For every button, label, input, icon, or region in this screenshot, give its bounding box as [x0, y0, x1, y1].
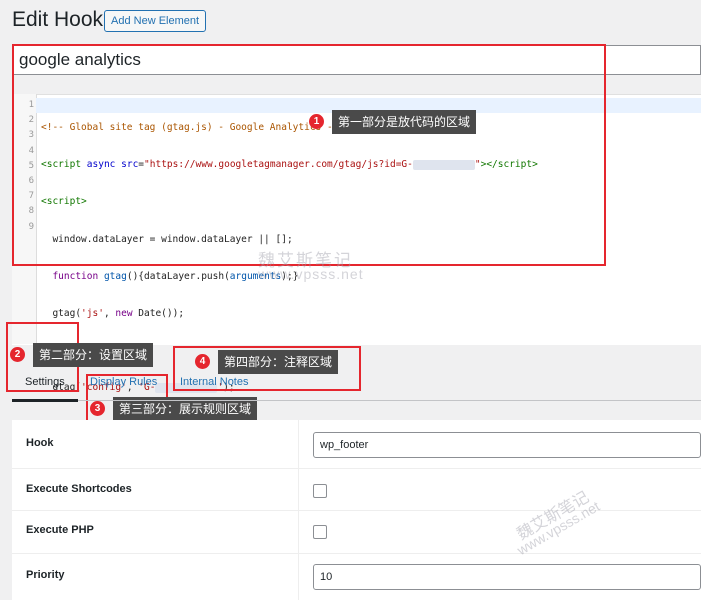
- hook-label: Hook: [26, 437, 54, 449]
- execute-php-checkbox[interactable]: [313, 525, 327, 539]
- annotation-badge-4: 4: [195, 354, 210, 369]
- tab-internal-notes[interactable]: Internal Notes: [180, 376, 248, 388]
- annotation-box-code-area: [12, 44, 606, 266]
- annotation-label-4: 第四部分：注释区域: [218, 350, 339, 374]
- row-divider: [12, 468, 701, 469]
- execute-shortcodes-checkbox[interactable]: [313, 484, 327, 498]
- hook-select[interactable]: wp_footer: [313, 432, 701, 458]
- watermark-url: www.vpsss.net: [258, 266, 364, 282]
- annotation-badge-3: 3: [90, 401, 105, 416]
- tab-settings[interactable]: Settings: [25, 376, 65, 388]
- page-title: Edit Hook: [12, 8, 104, 31]
- priority-input[interactable]: 10: [313, 564, 701, 590]
- row-divider: [12, 553, 701, 554]
- tab-display-rules[interactable]: Display Rules: [90, 376, 157, 388]
- execute-php-label: Execute PHP: [26, 524, 94, 536]
- priority-label: Priority: [26, 569, 65, 581]
- tabs-divider: [12, 400, 701, 401]
- annotation-label-1: 第一部分是放代码的区域: [332, 110, 477, 134]
- active-tab-indicator: [12, 399, 78, 402]
- execute-shortcodes-label: Execute Shortcodes: [26, 483, 132, 495]
- code-line-6: gtag('js', new Date());: [41, 307, 185, 319]
- annotation-badge-2: 2: [10, 347, 25, 362]
- annotation-label-2: 第二部分：设置区域: [33, 343, 154, 367]
- annotation-badge-1: 1: [309, 114, 324, 129]
- add-new-element-button[interactable]: Add New Element: [104, 10, 207, 32]
